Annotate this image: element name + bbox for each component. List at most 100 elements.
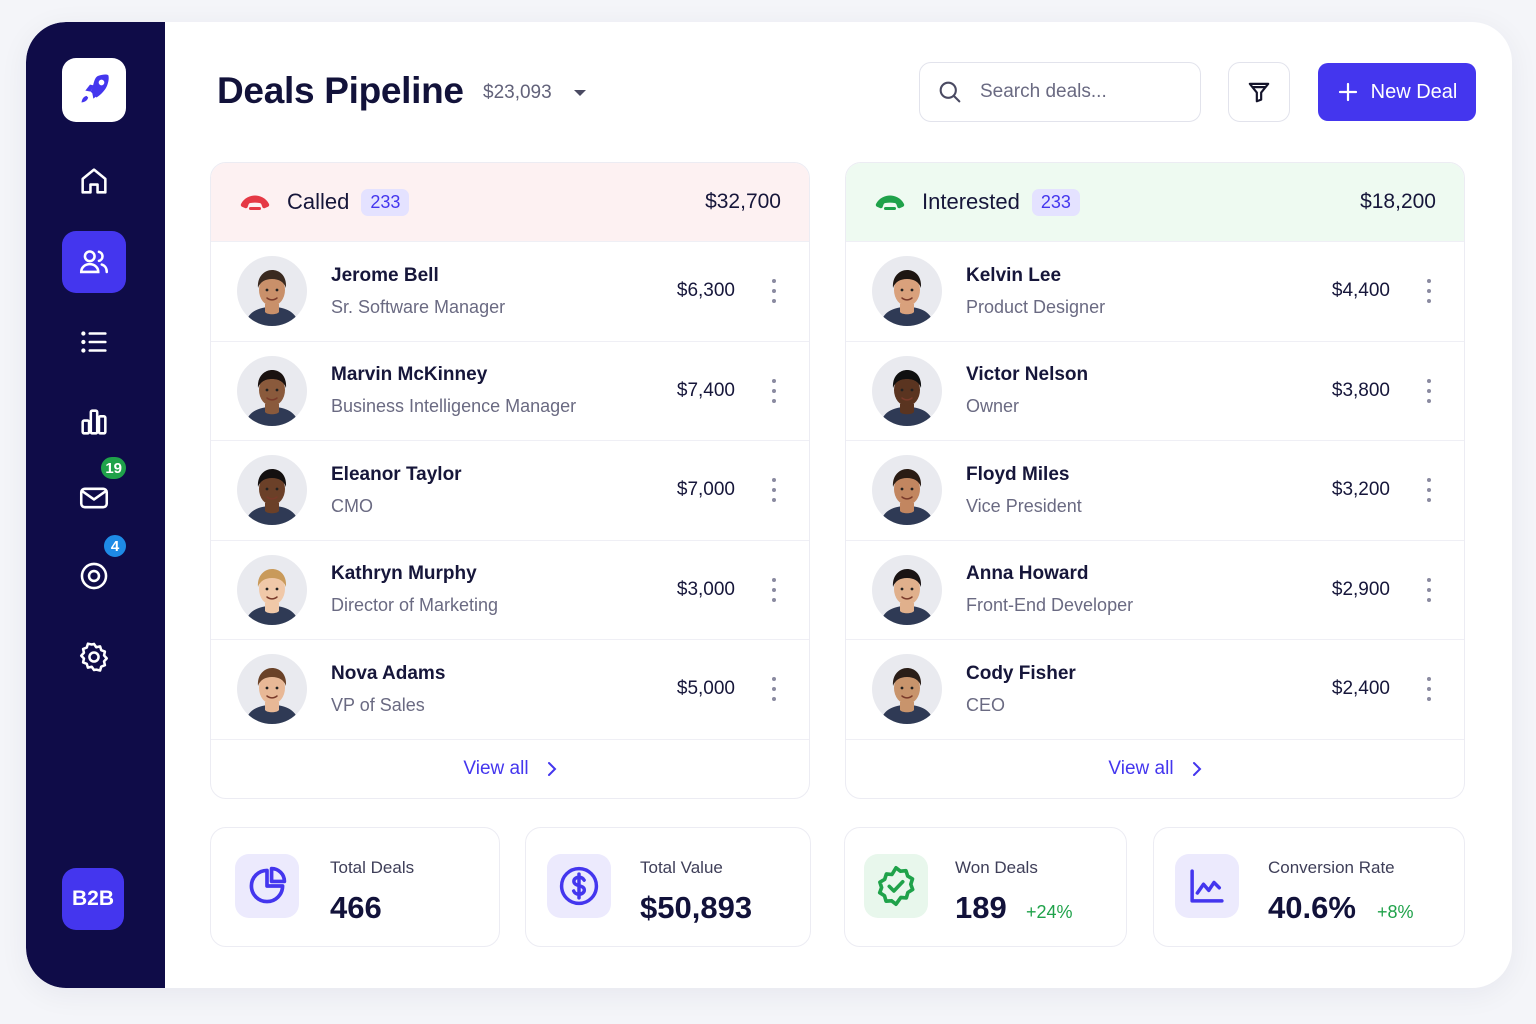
stat-value: 466 (330, 890, 382, 925)
deal-contact: Floyd Miles Vice President (966, 464, 1082, 517)
deal-amount: $2,900 (1331, 578, 1390, 600)
nav-mail[interactable]: 19 (62, 455, 128, 529)
stat-label: Conversion Rate (1268, 858, 1395, 877)
deal-row[interactable]: Marvin McKinney Business Intelligence Man… (211, 340, 809, 441)
stat-value: 40.6% (1268, 890, 1356, 925)
search-box[interactable] (919, 62, 1201, 122)
deal-amount: $5,000 (676, 678, 735, 700)
bar-chart-icon (81, 409, 107, 435)
deal-row[interactable]: Nova Adams VP of Sales $5,000 (211, 639, 809, 739)
column-count-badge: 233 (1031, 188, 1080, 216)
pipeline-column-interested: Interested 233 $18,200 Kelvin Lee Product… (845, 162, 1465, 799)
deal-row[interactable]: Victor Nelson Owner $3,800 (846, 340, 1464, 441)
deal-contact: Marvin McKinney Business Intelligence Man… (331, 364, 576, 417)
deal-row[interactable]: Anna Howard Front-End Developer $2,900 (846, 539, 1464, 640)
more-vertical-icon[interactable] (769, 378, 779, 403)
stat-value: 189 (955, 890, 1007, 925)
view-all-link[interactable]: View all (211, 738, 809, 799)
more-vertical-icon[interactable] (769, 279, 779, 304)
more-vertical-icon[interactable] (1424, 279, 1434, 304)
more-vertical-icon[interactable] (1424, 378, 1434, 403)
deal-row[interactable]: Cody Fisher CEO $2,400 (846, 639, 1464, 739)
stat-label: Total Value (640, 858, 723, 877)
more-vertical-icon[interactable] (769, 577, 779, 602)
nav-settings[interactable] (62, 626, 126, 688)
rocket-logo-icon[interactable] (62, 58, 126, 122)
column-title: Interested (922, 189, 1020, 214)
deal-amount: $7,400 (676, 379, 735, 401)
chevron-right-icon (1192, 762, 1201, 776)
stat-label: Won Deals (955, 858, 1038, 877)
pipeline-column-called: Called 233 $32,700 Jerome Bell Sr. Softwa… (210, 162, 810, 799)
dollar-icon (547, 854, 611, 918)
contact-name: Floyd Miles (966, 463, 1070, 485)
new-deal-button[interactable]: New Deal (1318, 63, 1476, 121)
deal-list: Kelvin Lee Product Designer $4,400 Victor N… (846, 241, 1464, 739)
target-icon (80, 562, 108, 590)
column-header: Called 233 $32,700 (211, 163, 809, 241)
deal-row[interactable]: Eleanor Taylor CMO $7,000 (211, 440, 809, 540)
deal-row[interactable]: Kathryn Murphy Director of Marketing $3,00… (211, 539, 809, 640)
avatar (872, 554, 942, 625)
avatar (237, 554, 307, 625)
goals-badge: 4 (102, 533, 128, 559)
stat-delta: +24% (1026, 902, 1073, 922)
contact-name: Cody Fisher (966, 662, 1076, 684)
deal-amount: $7,000 (676, 479, 735, 501)
more-vertical-icon[interactable] (1424, 577, 1434, 602)
stat-card-conversion-rate: Conversion Rate 40.6% +8% (1153, 827, 1465, 947)
deal-contact: Jerome Bell Sr. Software Manager (331, 265, 505, 318)
contact-role: Owner (966, 396, 1020, 417)
stat-card-total-value: Total Value $50,893 (525, 827, 811, 947)
contact-role: Front-End Developer (966, 595, 1134, 616)
view-all-link[interactable]: View all (846, 738, 1464, 799)
deal-contact: Eleanor Taylor CMO (331, 464, 462, 517)
phone-hangup-icon (240, 195, 270, 210)
nav-goals[interactable]: 4 (62, 533, 128, 607)
deal-row[interactable]: Kelvin Lee Product Designer $4,400 (846, 241, 1464, 341)
deal-contact: Anna Howard Front-End Developer (966, 563, 1133, 616)
filter-button[interactable] (1228, 62, 1290, 122)
contact-name: Victor Nelson (966, 364, 1089, 386)
app-window: 19 4 B2B Deals Pipeline $23,093 Search d… (26, 22, 1512, 988)
contact-role: Director of Marketing (331, 595, 499, 616)
avatar (237, 654, 307, 725)
chevron-right-icon (547, 762, 556, 776)
more-vertical-icon[interactable] (1424, 677, 1434, 702)
search-icon (939, 81, 961, 103)
filter-icon (1248, 82, 1270, 103)
avatar (872, 355, 942, 426)
deal-amount: $2,400 (1331, 678, 1390, 700)
contact-role: CMO (331, 495, 373, 516)
nav-list[interactable] (62, 311, 126, 373)
more-vertical-icon[interactable] (1424, 478, 1434, 503)
contact-name: Kathryn Murphy (331, 563, 477, 585)
contact-role: Business Intelligence Manager (331, 396, 577, 417)
view-all-label: View all (463, 758, 529, 779)
chevron-down-icon[interactable] (573, 88, 587, 98)
contact-role: VP of Sales (331, 694, 425, 715)
contact-name: Marvin McKinney (331, 364, 488, 386)
home-icon (81, 168, 107, 194)
nav-reports[interactable] (62, 391, 126, 453)
gear-icon (79, 642, 109, 672)
column-title: Called (287, 189, 350, 214)
more-vertical-icon[interactable] (769, 677, 779, 702)
plus-icon (1338, 82, 1357, 102)
nav-contacts[interactable] (62, 231, 126, 293)
pipeline-total-value: $23,093 (483, 82, 552, 103)
column-total: $32,700 (705, 190, 781, 213)
new-deal-label: New Deal (1370, 80, 1458, 103)
nav-home[interactable] (62, 150, 126, 212)
stat-card-won-deals: Won Deals 189 +24% (844, 827, 1127, 947)
more-vertical-icon[interactable] (769, 478, 779, 503)
deal-amount: $3,200 (1331, 479, 1390, 501)
deal-amount: $6,300 (676, 280, 735, 302)
search-input[interactable] (980, 81, 1180, 103)
workspace-badge[interactable]: B2B (62, 868, 124, 930)
deal-row[interactable]: Floyd Miles Vice President $3,200 (846, 440, 1464, 540)
deal-row[interactable]: Jerome Bell Sr. Software Manager $6,300 (211, 241, 809, 341)
avatar (872, 455, 942, 526)
contact-role: Vice President (966, 495, 1082, 516)
mail-icon (79, 487, 109, 509)
